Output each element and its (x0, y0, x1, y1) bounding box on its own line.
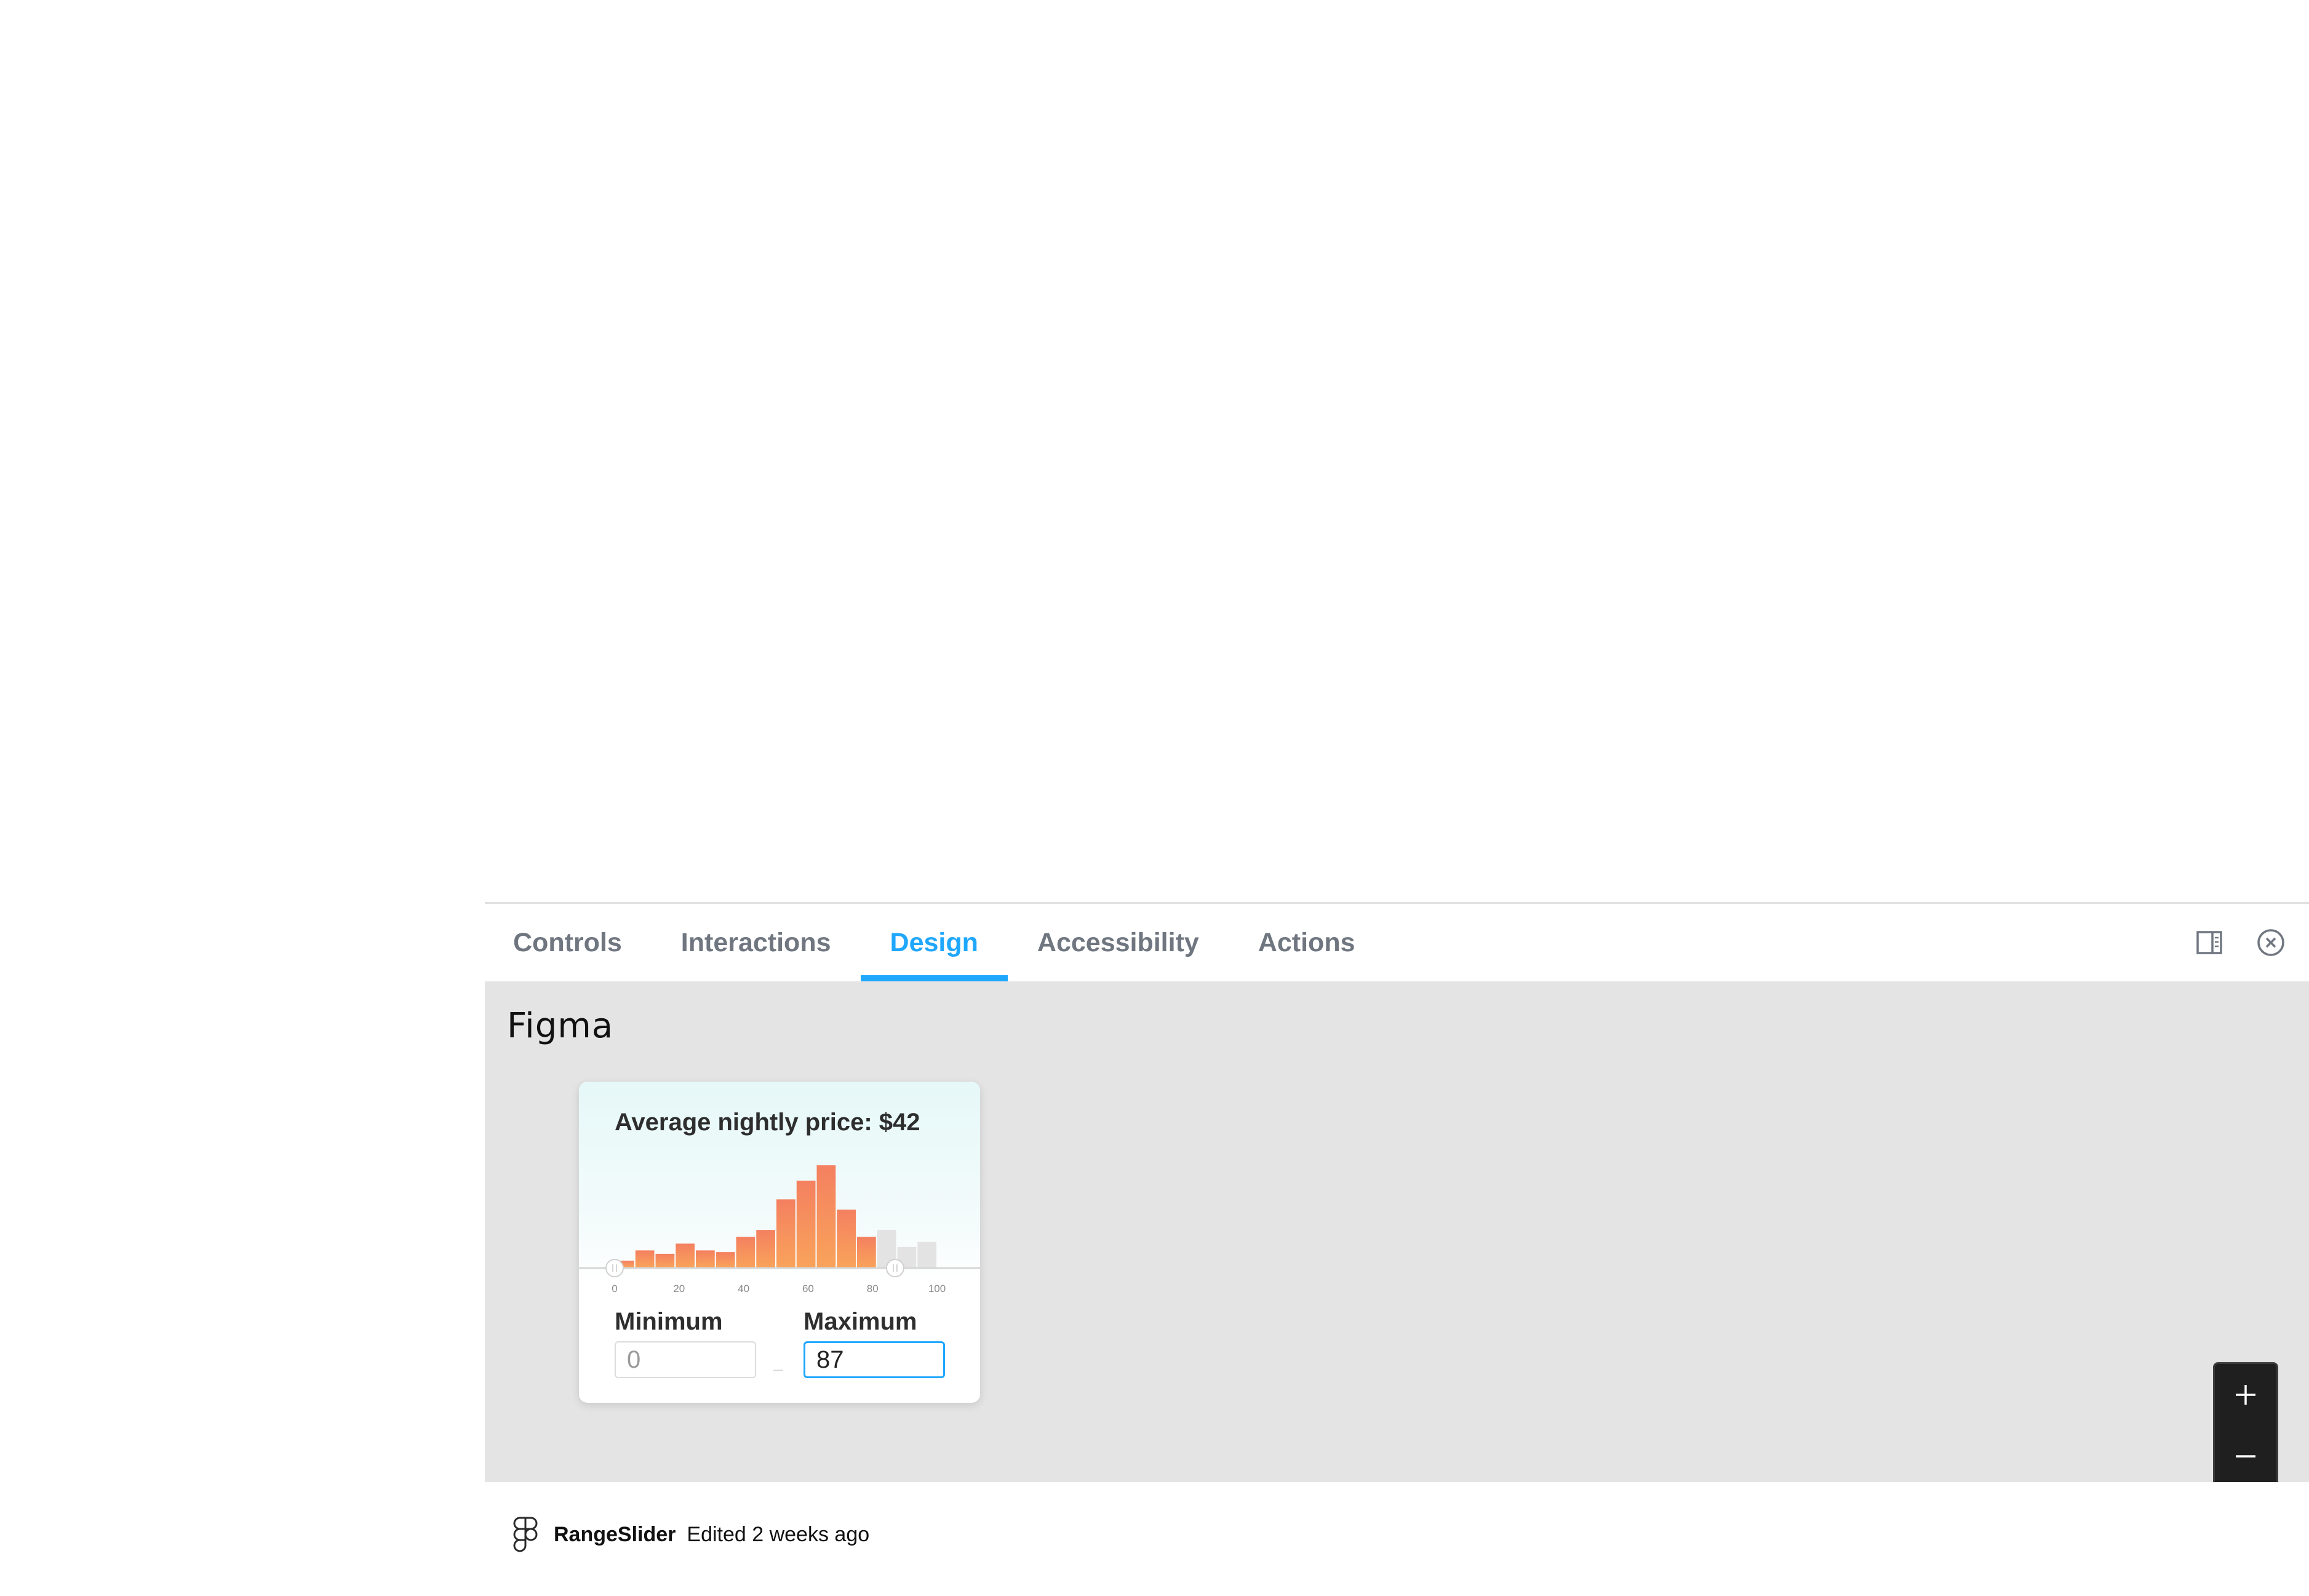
tab-accessibility[interactable]: Accessibility (1008, 904, 1229, 981)
page: Controls Interactions Design Accessibili… (0, 0, 2309, 1596)
footer-row: RangeSlider Edited 2 weeks ago (513, 1517, 869, 1552)
min-slider-handle[interactable] (605, 1259, 624, 1277)
footer: RangeSlider Edited 2 weeks ago (485, 1482, 2309, 1596)
histogram-bar (676, 1243, 695, 1267)
close-circle-icon (2257, 929, 2284, 956)
change-orientation-button[interactable] (2190, 923, 2229, 962)
histogram-bar (857, 1237, 876, 1267)
tab-interactions[interactable]: Interactions (652, 904, 861, 981)
range-slider-card: 0 20 40 60 80 100 Average nightly price: $42 … (579, 1082, 980, 1403)
component-name: RangeSlider (554, 1522, 676, 1546)
x-tick-label: 80 (867, 1283, 879, 1295)
histogram-bar (796, 1180, 816, 1267)
zoom-controls (2213, 1362, 2278, 1489)
tab-actions[interactable]: Actions (1229, 904, 1385, 981)
histogram-bar (756, 1230, 775, 1267)
edit-status: Edited 2 weeks ago (687, 1522, 870, 1546)
design-panel: Figma 0 20 40 60 80 100 Average nightly price… (485, 981, 2309, 1489)
minimum-label: Minimum (615, 1308, 723, 1335)
tab-bar: Controls Interactions Design Accessibili… (485, 904, 2309, 981)
histogram-bar (655, 1253, 675, 1267)
close-panel-button[interactable] (2251, 923, 2291, 962)
range-separator: – (773, 1359, 783, 1378)
x-tick-label: 40 (738, 1283, 749, 1295)
panel-layout-icon (2196, 931, 2222, 954)
minimum-input[interactable] (615, 1341, 756, 1378)
max-slider-handle[interactable] (885, 1259, 904, 1277)
preview-canvas (0, 0, 2309, 902)
minus-icon (2236, 1455, 2255, 1458)
maximum-input[interactable] (804, 1341, 945, 1378)
histogram-bar (696, 1250, 715, 1267)
addon-panel: Controls Interactions Design Accessibili… (485, 902, 2309, 1596)
provider-title: Figma (507, 1006, 614, 1046)
tab-controls[interactable]: Controls (485, 904, 652, 981)
x-tick-label: 100 (928, 1283, 946, 1295)
tab-design[interactable]: Design (860, 904, 1008, 981)
card-title: Average nightly price: $42 (615, 1109, 920, 1136)
histogram-bar (776, 1199, 796, 1267)
zoom-in-button[interactable] (2215, 1364, 2276, 1426)
histogram-bar (837, 1209, 856, 1267)
figma-logo-icon (513, 1517, 538, 1552)
x-tick-label: 0 (612, 1283, 617, 1295)
zoom-out-button[interactable] (2215, 1426, 2276, 1487)
histogram-bar (816, 1165, 836, 1267)
x-tick-label: 60 (802, 1283, 814, 1295)
plus-icon (2236, 1385, 2255, 1405)
histogram-bar (635, 1250, 655, 1267)
x-tick-label: 20 (673, 1283, 685, 1295)
histogram-bar (917, 1242, 936, 1267)
histogram-bar (736, 1237, 756, 1267)
histogram-bar (716, 1252, 735, 1267)
maximum-label: Maximum (804, 1308, 917, 1335)
panel-tools (2190, 904, 2291, 981)
